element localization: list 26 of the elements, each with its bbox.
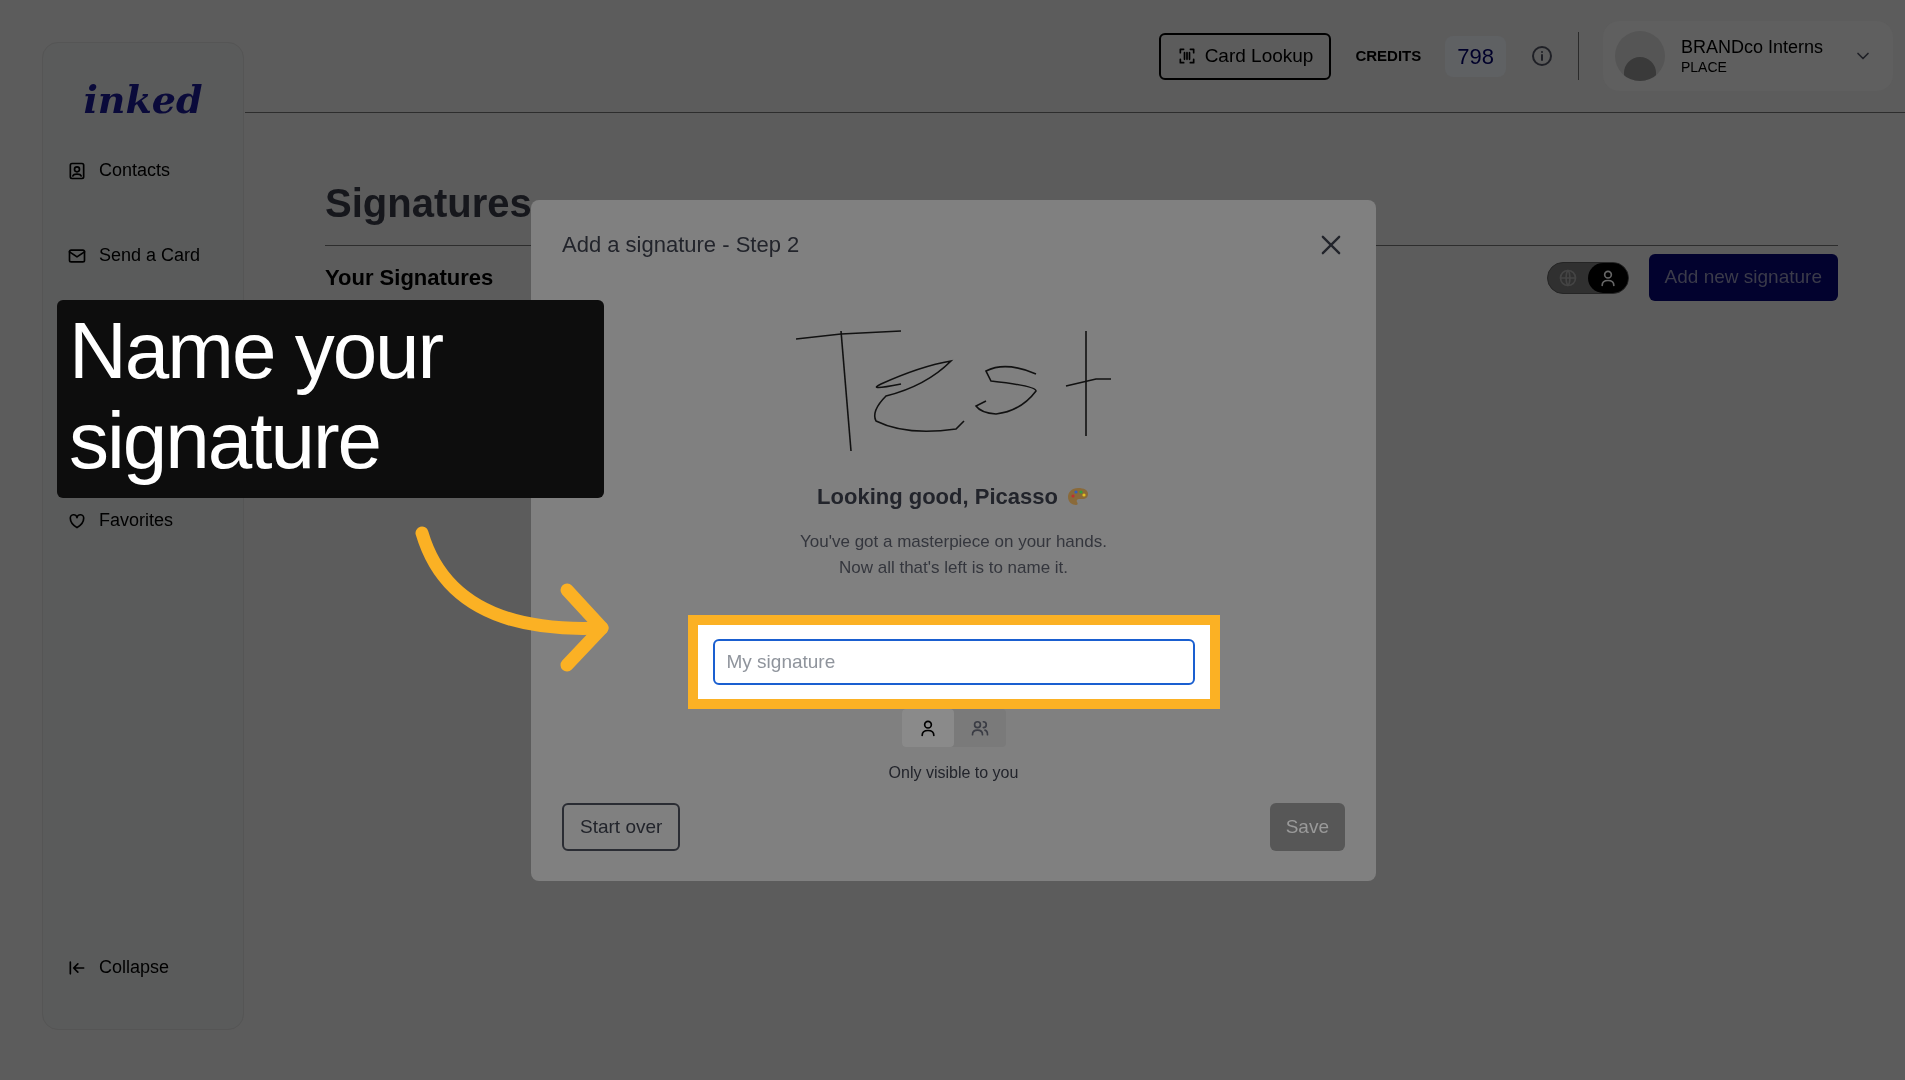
info-icon xyxy=(1530,44,1554,68)
avatar xyxy=(1615,31,1665,81)
scope-toggle[interactable] xyxy=(1546,261,1629,294)
people-icon xyxy=(969,718,990,738)
sidebar-item[interactable]: Favorites xyxy=(67,507,219,534)
card-lookup-button[interactable]: Card Lookup xyxy=(1158,32,1332,80)
modal-message: You've got a masterpiece on your hands. Now all that's left is to name it. xyxy=(799,531,1108,579)
callout-text: Name your signature xyxy=(69,306,444,486)
credits-label: CREDITS xyxy=(1355,45,1422,66)
page-title: Signatures xyxy=(325,180,533,227)
credits-count: 798 xyxy=(1445,35,1506,77)
visibility-switch[interactable] xyxy=(901,709,1006,747)
sidebar-item[interactable]: Contacts xyxy=(67,157,219,184)
visibility-caption: Only visible to you xyxy=(888,763,1019,783)
user-name: BRANDco Interns xyxy=(1681,36,1824,59)
start-over-button[interactable]: Start over xyxy=(562,803,681,851)
contact-card-icon xyxy=(67,160,87,181)
modal-heading: Looking good, Picasso xyxy=(817,483,1058,511)
add-signature-button[interactable]: Add new signature xyxy=(1648,254,1838,301)
sidebar-item[interactable]: Send a Card xyxy=(67,242,219,269)
user-org: PLACE xyxy=(1681,58,1728,76)
collapse-button[interactable]: Collapse xyxy=(67,954,219,981)
brand-logo: inked xyxy=(83,81,203,119)
section-heading: Your Signatures xyxy=(325,264,494,292)
name-input-field[interactable]: My signature xyxy=(712,639,1195,685)
modal-title: Add a signature - Step 2 xyxy=(562,231,800,259)
